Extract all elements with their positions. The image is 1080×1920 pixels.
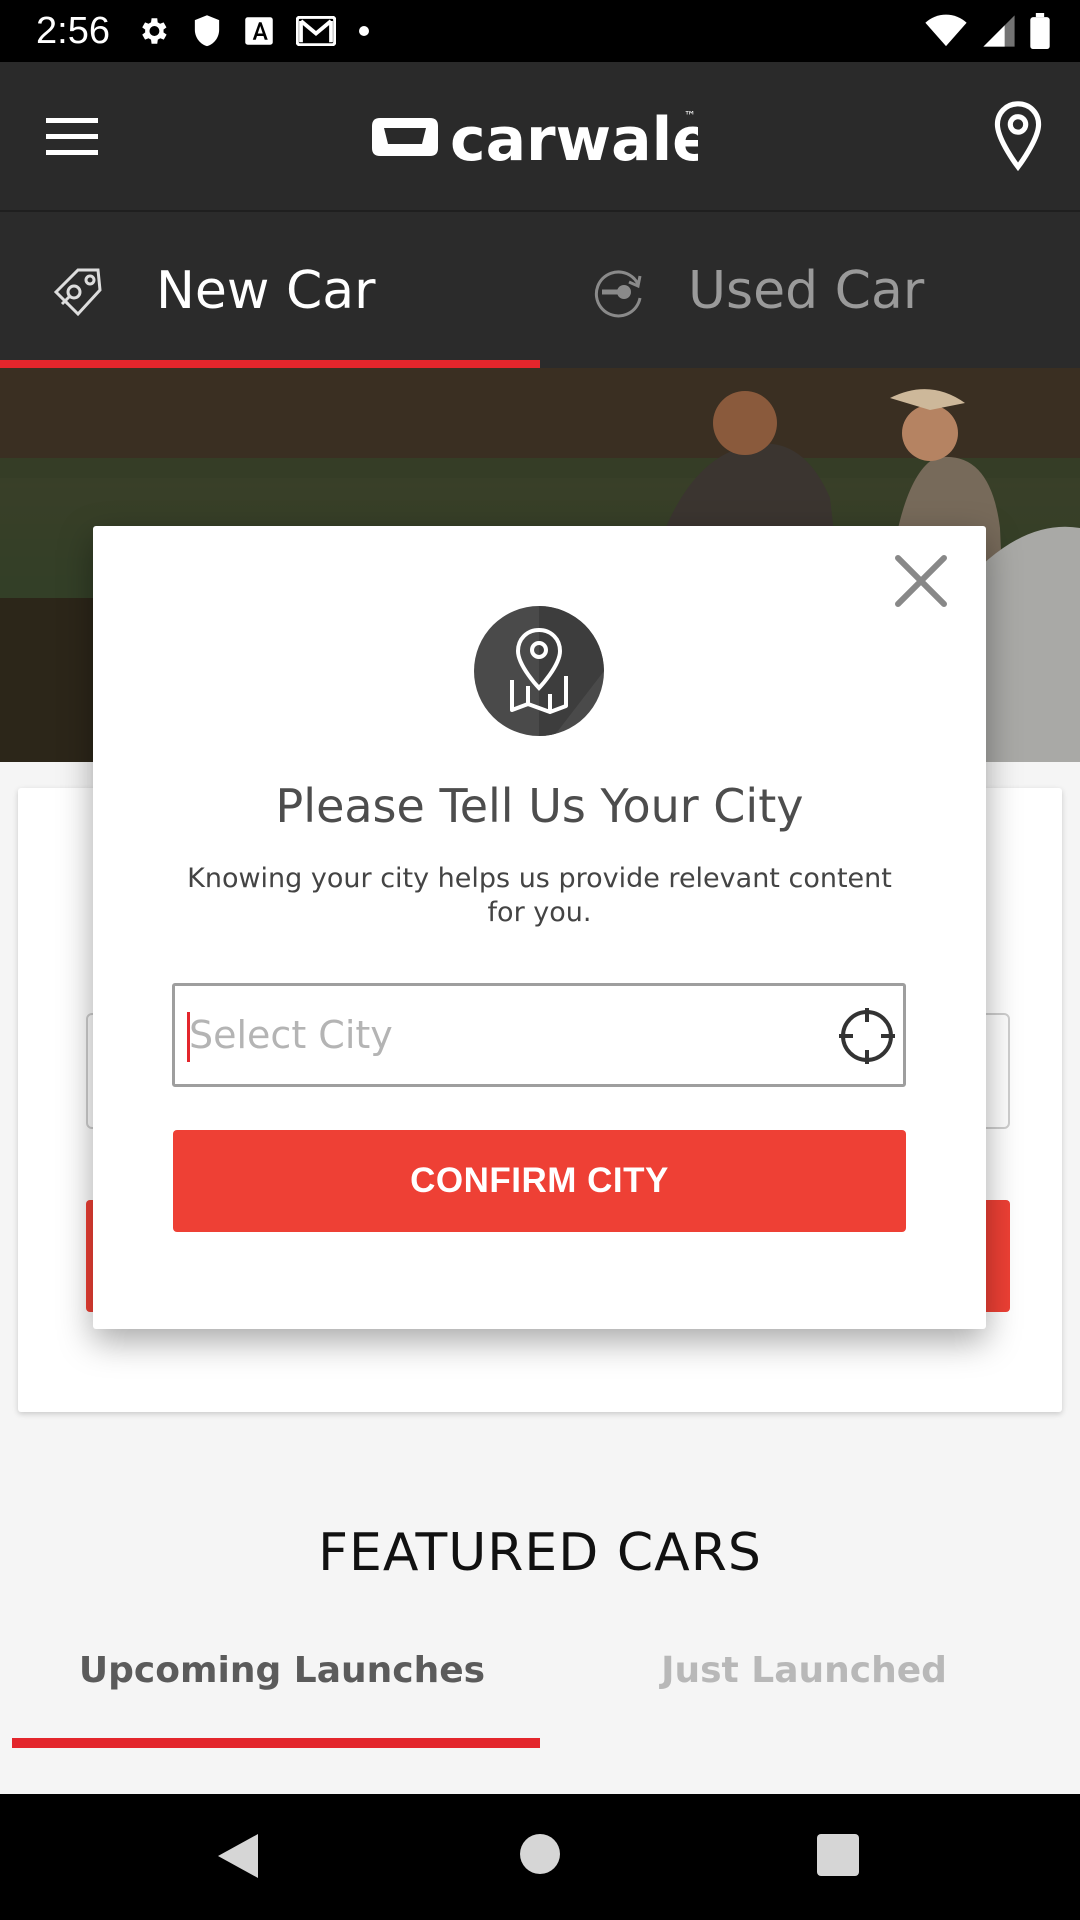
city-input[interactable] — [185, 986, 785, 1084]
tab-new-car-label: New Car — [156, 261, 376, 321]
car-type-tabs: New Car Used Car — [0, 210, 1080, 370]
status-icons-left — [136, 12, 370, 50]
tab-new-car[interactable]: New Car — [0, 212, 540, 370]
system-nav-bar — [0, 1794, 1080, 1920]
city-map-pin-icon — [474, 606, 604, 736]
close-button[interactable] — [890, 550, 952, 612]
dialog-title: Please Tell Us Your City — [275, 779, 804, 833]
nav-back-button[interactable] — [216, 1832, 260, 1880]
used-car-key-icon — [594, 270, 642, 318]
app-bar: carwale ™ — [0, 62, 1080, 210]
detect-location-button[interactable] — [839, 1008, 895, 1064]
close-icon — [895, 555, 947, 607]
signal-icon — [983, 15, 1015, 47]
crosshair-icon — [839, 1008, 895, 1064]
location-button[interactable] — [992, 100, 1044, 172]
city-field — [172, 983, 906, 1087]
price-tag-key-icon — [53, 268, 102, 317]
logo-trademark: ™ — [684, 109, 696, 123]
nav-recents-button[interactable] — [817, 1834, 859, 1876]
menu-button[interactable] — [46, 116, 98, 156]
location-pin-icon — [994, 101, 1042, 172]
featured-tab-indicator — [12, 1738, 540, 1748]
wifi-icon — [925, 14, 967, 47]
carwale-logo: carwale ™ — [368, 104, 713, 176]
logo-text: carwale — [450, 105, 698, 175]
back-triangle-icon — [218, 1834, 258, 1878]
tab-used-car-label: Used Car — [688, 261, 925, 321]
city-selection-dialog: Please Tell Us Your City Knowing your ci… — [93, 526, 986, 1329]
shield-icon — [194, 15, 220, 47]
status-time: 2:56 — [36, 10, 110, 52]
text-cursor — [187, 1012, 190, 1062]
menu-icon — [46, 118, 98, 155]
featured-cars-title: FEATURED CARS — [318, 1523, 762, 1583]
confirm-city-button[interactable]: CONFIRM CITY — [173, 1130, 906, 1232]
settings-icon — [142, 18, 167, 44]
tab-used-car[interactable]: Used Car — [540, 212, 1080, 370]
status-bar: 2:56 — [0, 0, 1080, 62]
dot-icon — [359, 26, 369, 36]
battery-icon — [1030, 13, 1050, 49]
dialog-subtitle: Knowing your city helps us provide relev… — [187, 863, 892, 928]
status-icons-right — [924, 12, 1050, 50]
gmail-icon — [296, 16, 336, 46]
tab-just-launched[interactable]: Just Launched — [534, 1646, 1074, 1696]
nav-home-button[interactable] — [520, 1834, 560, 1874]
text-a-icon — [245, 17, 273, 45]
tab-upcoming-launches[interactable]: Upcoming Launches — [12, 1646, 552, 1696]
